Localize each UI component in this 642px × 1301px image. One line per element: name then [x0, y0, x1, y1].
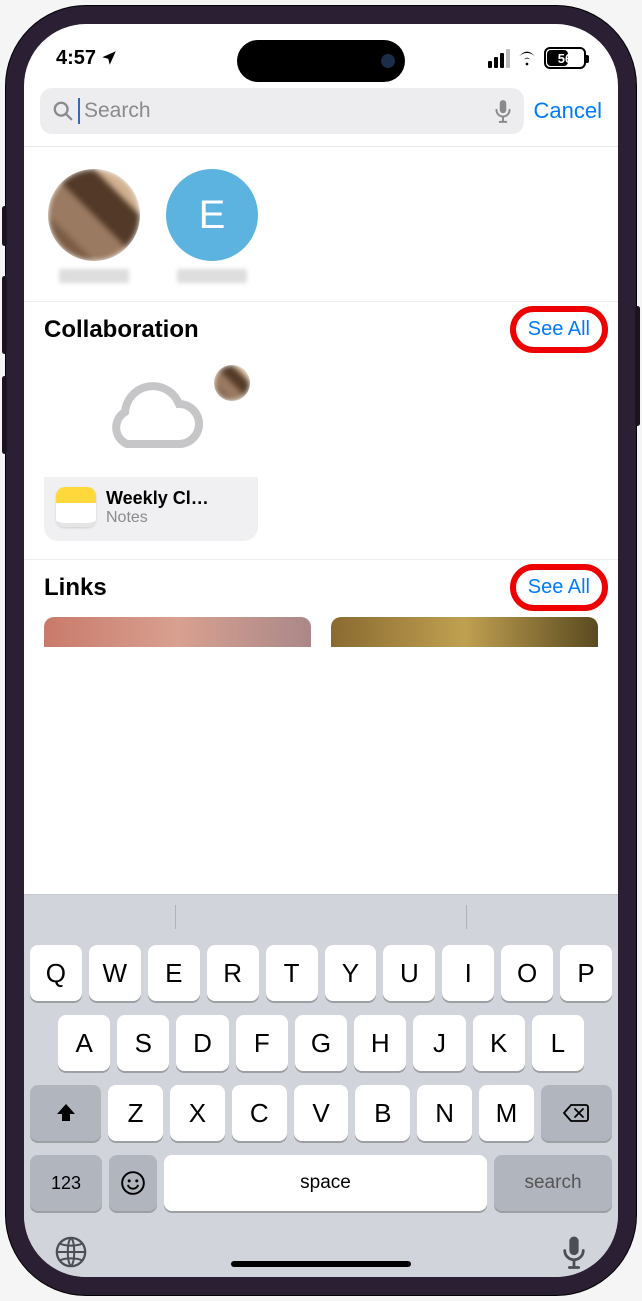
screen: 4:57 56 Cancel: [24, 24, 618, 1277]
dynamic-island: [237, 40, 405, 82]
key-row-4: 123 space search: [30, 1155, 612, 1211]
content-area: E Collaboration See All: [24, 147, 618, 894]
highlight-ring: [510, 306, 608, 353]
delete-icon: [562, 1102, 590, 1124]
mic-icon[interactable]: [494, 99, 512, 123]
key-j[interactable]: J: [413, 1015, 465, 1071]
notes-app-icon: [56, 487, 96, 527]
cloud-icon: [91, 378, 211, 458]
key-n[interactable]: N: [417, 1085, 472, 1141]
collab-subtitle: Notes: [106, 509, 209, 527]
volume-down-button[interactable]: [2, 376, 7, 454]
key-g[interactable]: G: [295, 1015, 347, 1071]
key-c[interactable]: C: [232, 1085, 287, 1141]
key-row-2: ASDFGHJKL: [30, 1015, 612, 1071]
people-suggestions: E: [24, 147, 618, 301]
key-h[interactable]: H: [354, 1015, 406, 1071]
volume-up-button[interactable]: [2, 276, 7, 354]
search-field[interactable]: [40, 88, 524, 134]
key-s[interactable]: S: [117, 1015, 169, 1071]
collaboration-title: Collaboration: [44, 316, 199, 344]
person-1-name: [59, 269, 129, 283]
key-k[interactable]: K: [473, 1015, 525, 1071]
search-bar: Cancel: [24, 78, 618, 147]
key-q[interactable]: Q: [30, 945, 82, 1001]
search-icon: [52, 100, 74, 122]
avatar: [48, 169, 140, 261]
collaboration-header: Collaboration See All: [24, 301, 618, 353]
key-row-3: ZXCVBNM: [30, 1085, 612, 1141]
wifi-icon: [516, 49, 538, 67]
link-thumb-1[interactable]: [44, 617, 311, 647]
key-e[interactable]: E: [148, 945, 200, 1001]
collaboration-card[interactable]: Weekly Cl… Notes: [44, 359, 258, 541]
key-u[interactable]: U: [383, 945, 435, 1001]
key-w[interactable]: W: [89, 945, 141, 1001]
key-b[interactable]: B: [355, 1085, 410, 1141]
shift-icon: [54, 1101, 78, 1125]
cellular-icon: [488, 49, 510, 68]
numbers-key[interactable]: 123: [30, 1155, 102, 1211]
key-m[interactable]: M: [479, 1085, 534, 1141]
search-input[interactable]: [84, 99, 490, 123]
participant-avatar: [214, 365, 250, 401]
links-see-all-button[interactable]: See All: [520, 572, 598, 603]
links-header: Links See All: [24, 559, 618, 611]
key-f[interactable]: F: [236, 1015, 288, 1071]
person-2[interactable]: E: [166, 169, 258, 283]
dictation-icon[interactable]: [560, 1235, 588, 1269]
key-x[interactable]: X: [170, 1085, 225, 1141]
link-thumb-2[interactable]: [331, 617, 598, 647]
person-2-name: [177, 269, 247, 283]
globe-icon[interactable]: [54, 1235, 88, 1269]
delete-key[interactable]: [541, 1085, 612, 1141]
key-d[interactable]: D: [176, 1015, 228, 1071]
key-z[interactable]: Z: [108, 1085, 163, 1141]
avatar-initial: E: [166, 169, 258, 261]
key-p[interactable]: P: [560, 945, 612, 1001]
candidate-bar: [30, 905, 612, 931]
location-icon: [100, 49, 118, 67]
key-o[interactable]: O: [501, 945, 553, 1001]
cancel-button[interactable]: Cancel: [534, 98, 602, 124]
home-indicator[interactable]: [231, 1261, 411, 1267]
highlight-ring: [510, 564, 608, 611]
collaboration-see-all-button[interactable]: See All: [520, 314, 598, 345]
iphone-frame: 4:57 56 Cancel: [6, 6, 636, 1295]
person-1[interactable]: [48, 169, 140, 283]
emoji-icon: [120, 1170, 146, 1196]
key-a[interactable]: A: [58, 1015, 110, 1071]
mute-switch[interactable]: [2, 206, 7, 246]
links-row: [24, 611, 618, 647]
links-title: Links: [44, 574, 107, 602]
collab-preview: [44, 359, 258, 477]
key-y[interactable]: Y: [325, 945, 377, 1001]
key-i[interactable]: I: [442, 945, 494, 1001]
text-cursor: [78, 98, 80, 124]
power-button[interactable]: [635, 306, 640, 426]
key-v[interactable]: V: [294, 1085, 349, 1141]
collab-title: Weekly Cl…: [106, 488, 209, 509]
key-r[interactable]: R: [207, 945, 259, 1001]
battery-icon: 56: [544, 47, 586, 69]
keyboard: QWERTYUIOP ASDFGHJKL ZXCVBNM 123 space s…: [24, 894, 618, 1277]
shift-key[interactable]: [30, 1085, 101, 1141]
emoji-key[interactable]: [109, 1155, 157, 1211]
key-l[interactable]: L: [532, 1015, 584, 1071]
search-key[interactable]: search: [494, 1155, 612, 1211]
status-time: 4:57: [56, 47, 96, 70]
key-row-1: QWERTYUIOP: [30, 945, 612, 1001]
space-key[interactable]: space: [164, 1155, 487, 1211]
front-camera-icon: [381, 54, 395, 68]
key-t[interactable]: T: [266, 945, 318, 1001]
